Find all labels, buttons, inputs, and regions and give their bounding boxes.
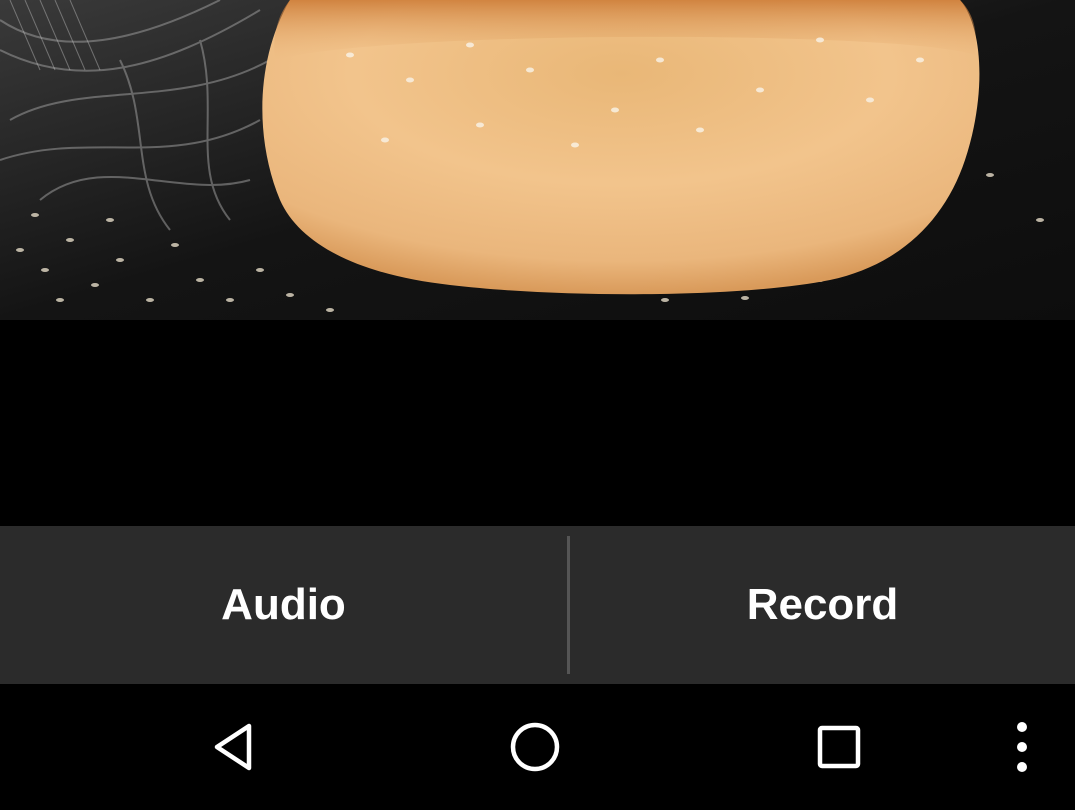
home-circle-icon (510, 722, 560, 772)
burger-bun-image (0, 0, 1075, 320)
back-button[interactable] (180, 684, 290, 810)
record-button-label: Record (746, 580, 899, 629)
back-triangle-icon (214, 723, 252, 771)
video-letterbox (0, 320, 1075, 526)
video-preview[interactable] (0, 0, 1075, 320)
overflow-menu-button[interactable] (990, 684, 1054, 810)
record-button[interactable]: Record (570, 526, 1075, 684)
recents-square-icon (817, 725, 861, 769)
action-bar: Audio Record (0, 526, 1075, 684)
audio-button[interactable]: Audio (0, 526, 567, 684)
recents-button[interactable] (784, 684, 894, 810)
home-button[interactable] (480, 684, 590, 810)
system-navigation-bar (0, 684, 1075, 810)
overflow-menu-icon (1017, 722, 1027, 772)
app-screen: Audio Record (0, 0, 1075, 810)
audio-button-label: Audio (221, 580, 346, 629)
